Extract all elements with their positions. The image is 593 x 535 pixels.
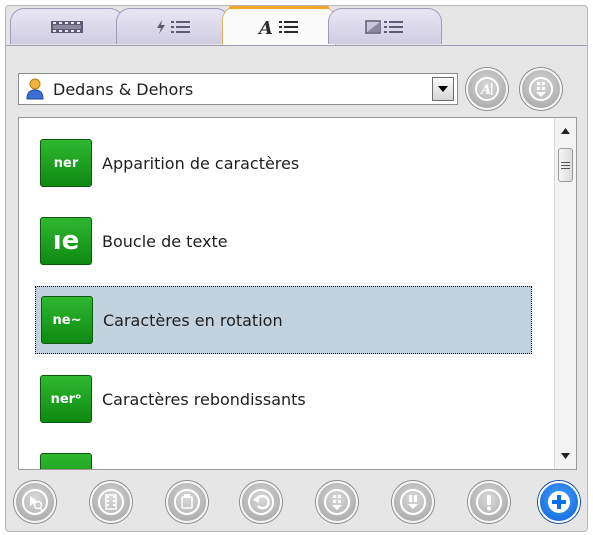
svg-text:A: A xyxy=(479,83,491,98)
effect-thumbnail: ner xyxy=(40,139,92,187)
tab-filmstrip[interactable] xyxy=(10,8,124,44)
dropdown-arrow-button[interactable] xyxy=(432,77,454,101)
tab-transitions[interactable] xyxy=(116,8,230,44)
undo-icon xyxy=(248,489,274,515)
chevron-up-icon xyxy=(561,128,570,134)
list-item-label: Caractères en rotation xyxy=(103,310,283,330)
alert-button[interactable] xyxy=(468,481,510,523)
list-scrollbar[interactable] xyxy=(554,118,576,469)
tab-filters[interactable] xyxy=(328,8,442,44)
list-item-label: Apparition de caractères xyxy=(102,153,300,173)
thumbnail-text: ıe xyxy=(52,226,80,256)
title-button[interactable] xyxy=(166,481,208,523)
effect-thumbnail: ıe xyxy=(40,217,92,265)
preview-button[interactable] xyxy=(14,481,56,523)
scroll-down-button[interactable] xyxy=(555,447,576,465)
grid-download-button[interactable] xyxy=(316,481,358,523)
chevron-down-icon xyxy=(438,86,448,92)
list-item-selected[interactable]: ne~ Caractères en rotation xyxy=(35,286,532,354)
plus-icon xyxy=(548,491,570,513)
list-item[interactable] xyxy=(35,444,532,469)
chevron-down-icon xyxy=(561,453,570,459)
add-button[interactable] xyxy=(538,481,580,523)
tab-divider xyxy=(6,45,587,46)
image-list-icon xyxy=(365,19,403,34)
undo-button[interactable] xyxy=(240,481,282,523)
category-dropdown-value: Dedans & Dehors xyxy=(53,79,194,99)
list-item[interactable]: ner Apparition de caractères xyxy=(35,130,532,196)
list-item-label: Caractères rebondissants xyxy=(102,389,306,409)
category-dropdown[interactable]: Dedans & Dehors xyxy=(18,73,458,105)
effects-list[interactable]: ner Apparition de caractères ıe Boucle d… xyxy=(18,117,577,470)
thumbnail-text: ne~ xyxy=(52,312,82,328)
person-icon xyxy=(26,78,44,100)
bars-download-icon xyxy=(400,489,426,515)
text-cursor-icon: A xyxy=(475,77,499,101)
thumbnail-text: ner xyxy=(53,155,79,171)
exclamation-icon xyxy=(476,489,502,515)
film-button[interactable] xyxy=(90,481,132,523)
list-item[interactable]: nerᵒ Caractères rebondissants xyxy=(35,366,532,432)
text-style-button[interactable]: A xyxy=(466,68,508,110)
title-card-icon xyxy=(174,489,200,515)
lightning-list-icon xyxy=(157,19,190,34)
tab-text-effects[interactable]: A xyxy=(222,6,336,46)
scroll-up-button[interactable] xyxy=(555,122,576,140)
list-item[interactable]: ıe Boucle de texte xyxy=(35,208,532,274)
effects-panel: A Dedans & Dehors A ner Apparition de ca… xyxy=(5,5,588,532)
bar-download-button[interactable] xyxy=(392,481,434,523)
effect-thumbnail: nerᵒ xyxy=(40,375,92,423)
scroll-thumb[interactable] xyxy=(558,148,573,182)
tab-bar: A xyxy=(6,6,587,46)
grip-icon xyxy=(561,161,570,169)
bottom-toolbar xyxy=(6,473,587,533)
grid-download-icon xyxy=(324,489,350,515)
thumbnail-text: nerᵒ xyxy=(50,391,82,407)
film-icon xyxy=(98,489,124,515)
grid-download-icon xyxy=(529,77,553,101)
svg-text:A: A xyxy=(257,18,273,36)
play-search-icon xyxy=(22,489,48,515)
download-grid-button[interactable] xyxy=(520,68,562,110)
effect-thumbnail: ne~ xyxy=(41,296,93,344)
list-item-label: Boucle de texte xyxy=(102,231,228,251)
text-list-icon: A xyxy=(257,18,298,36)
filmstrip-icon xyxy=(51,20,83,33)
effect-thumbnail xyxy=(40,453,92,469)
